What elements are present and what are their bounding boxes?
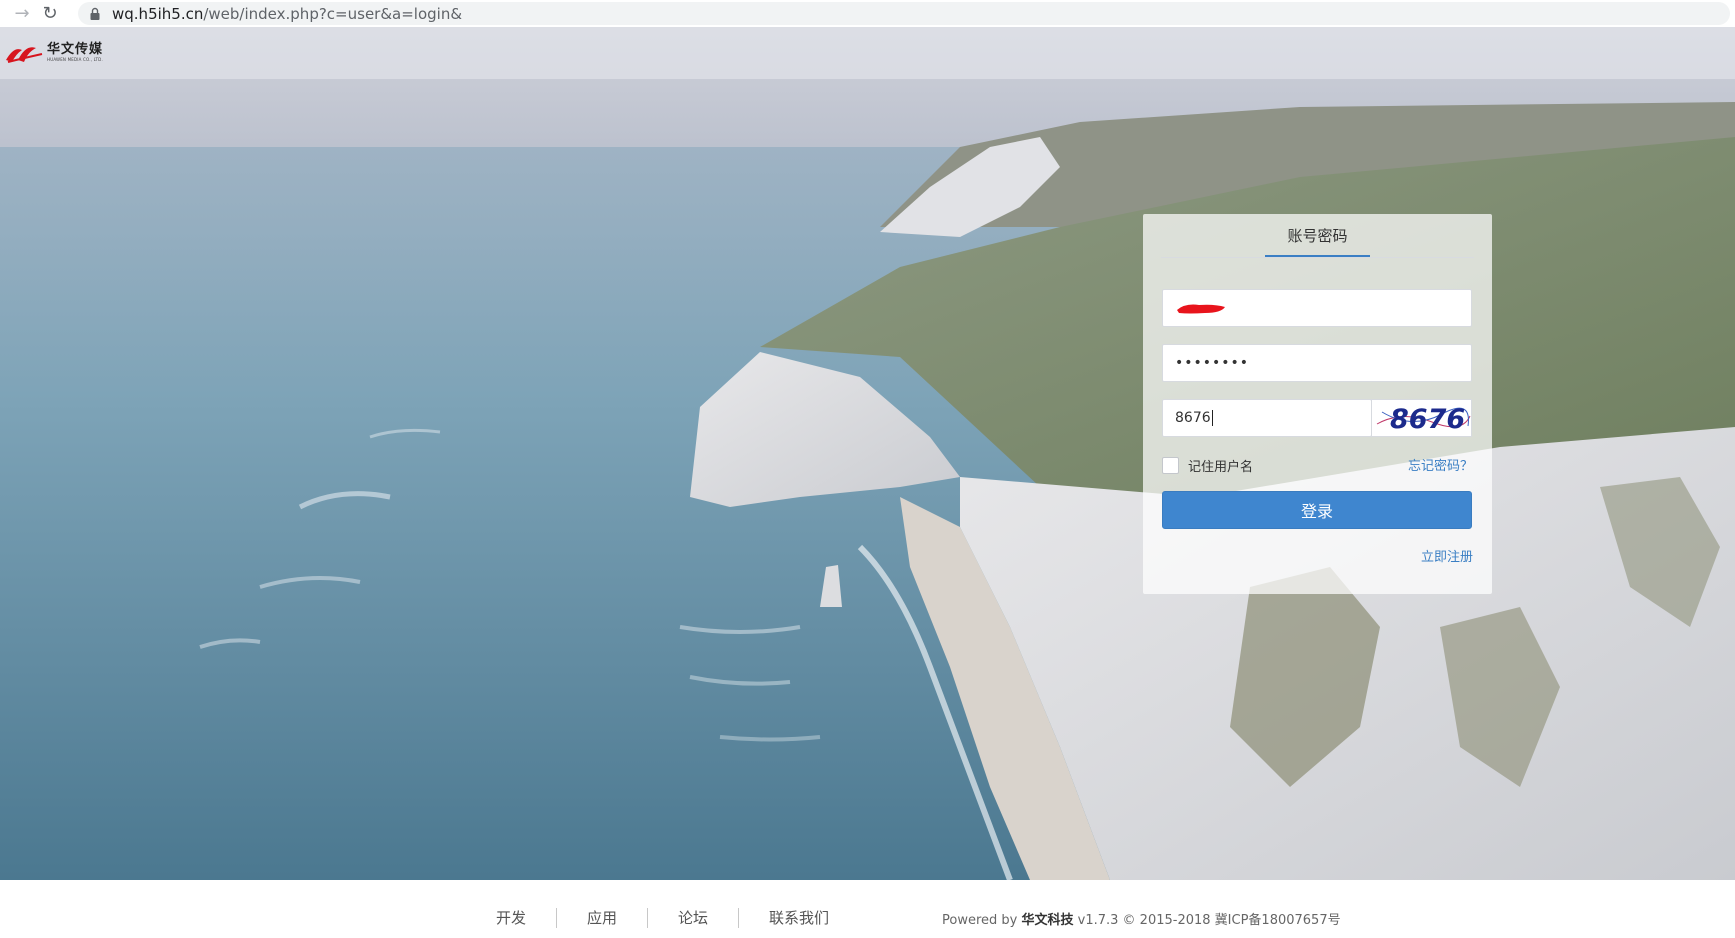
logo-cn-text: 华文传媒 [47, 42, 104, 57]
logo-en-text: HUAWEN MEDIA CO., LTD. [47, 57, 103, 62]
version-text: v1.7.3 © 2015-2018 [1073, 913, 1215, 928]
captcha-input[interactable]: 8676 [1162, 399, 1372, 437]
top-logo-band: 华文传媒 HUAWEN MEDIA CO., LTD. [0, 27, 1735, 79]
captcha-value: 8676 [1175, 410, 1211, 426]
password-value: •••••••• [1175, 355, 1250, 371]
url-path: /web/index.php?c=user&a=login& [203, 4, 463, 23]
footer-separator [738, 907, 740, 928]
login-button[interactable]: 登录 [1162, 491, 1472, 529]
icp-number[interactable]: 冀ICP备18007657号 [1215, 913, 1341, 928]
footer-separator [647, 907, 649, 928]
password-input[interactable]: •••••••• [1162, 344, 1472, 382]
tab-label: 账号密码 [1287, 227, 1348, 245]
footer-link-forum[interactable]: 论坛 [678, 907, 708, 928]
remember-label: 记住用户名 [1188, 460, 1254, 475]
footer-link-apps[interactable]: 应用 [587, 907, 617, 928]
register-link[interactable]: 立即注册 [1421, 546, 1473, 565]
copyright-text: Powered by 华文科技 v1.7.3 © 2015-2018 冀ICP备… [942, 909, 1341, 928]
footer-link-contact[interactable]: 联系我们 [769, 907, 829, 928]
logo-text: 华文传媒 HUAWEN MEDIA CO., LTD. [47, 43, 103, 63]
captcha-text: 8676 [1390, 404, 1465, 435]
footer-link-develop[interactable]: 开发 [496, 907, 526, 928]
footer-links: 开发 应用 论坛 联系我们 [496, 907, 829, 928]
captcha-image[interactable]: 8676 [1371, 399, 1472, 437]
forgot-password-link[interactable]: 忘记密码？ [1408, 455, 1473, 474]
url-host: wq.h5ih5.cn [112, 4, 204, 23]
back-arrow-icon[interactable]: → [8, 0, 36, 27]
browser-toolbar: → ↻ wq.h5ih5.cn /web/index.php?c=user&a=… [0, 0, 1735, 27]
powered-by-label: Powered by [942, 913, 1022, 928]
username-input[interactable] [1162, 289, 1472, 327]
address-bar[interactable]: wq.h5ih5.cn /web/index.php?c=user&a=logi… [78, 2, 1730, 25]
lock-icon [90, 7, 100, 20]
login-panel: 账号密码 •••••••• 8676 8676 记住用户名 忘记密码？ 登录 立… [1143, 214, 1492, 594]
reload-icon[interactable]: ↻ [36, 0, 64, 27]
text-caret [1211, 410, 1213, 426]
huawen-logo-icon[interactable] [4, 40, 44, 66]
footer: 开发 应用 论坛 联系我们 Powered by 华文科技 v1.7.3 © 2… [0, 880, 1735, 938]
remember-username[interactable]: 记住用户名 [1162, 456, 1253, 475]
footer-separator [556, 907, 558, 928]
remember-checkbox[interactable] [1162, 457, 1179, 474]
captcha-graphic: 8676 [1376, 404, 1471, 435]
redaction-mark [1177, 304, 1225, 314]
company-name[interactable]: 华文科技 [1021, 913, 1073, 928]
tab-divider [1161, 257, 1474, 258]
tab-account-password[interactable]: 账号密码 [1143, 214, 1492, 258]
